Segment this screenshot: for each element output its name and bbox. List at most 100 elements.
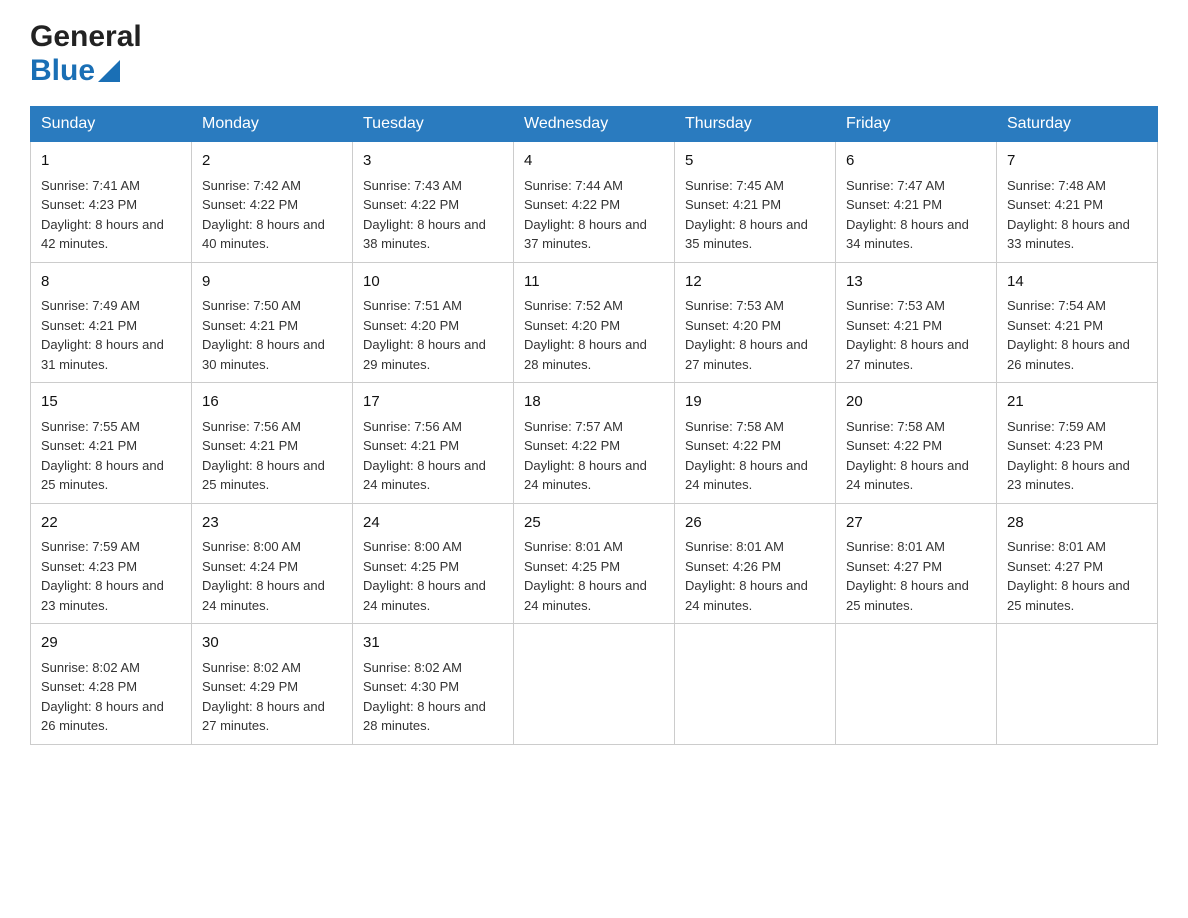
calendar-day-cell: 15Sunrise: 7:55 AMSunset: 4:21 PMDayligh… — [31, 383, 192, 504]
sunset-text: Sunset: 4:22 PM — [524, 438, 620, 453]
sunset-text: Sunset: 4:27 PM — [1007, 559, 1103, 574]
sunset-text: Sunset: 4:22 PM — [685, 438, 781, 453]
day-number: 15 — [41, 391, 181, 414]
sunset-text: Sunset: 4:22 PM — [524, 197, 620, 212]
calendar-day-cell: 19 Sunrise: 7:58 AMSunset: 4:22 PMDayligh… — [675, 383, 836, 504]
sunset-text: Sunset: 4:24 PM — [202, 559, 298, 574]
day-number: 30 — [202, 632, 342, 655]
day-number: 7 — [1007, 150, 1147, 173]
sunrise-text: Sunrise: 7:57 AM — [524, 419, 623, 434]
sunset-text: Sunset: 4:23 PM — [1007, 438, 1103, 453]
day-number: 25 — [524, 512, 664, 535]
calendar-header: SundayMondayTuesdayWednesdayThursdayFrid… — [31, 107, 1158, 142]
calendar-week-row: 1Sunrise: 7:41 AMSunset: 4:23 PMDaylight… — [31, 142, 1158, 263]
day-number: 2 — [202, 150, 342, 173]
sunrise-text: Sunrise: 7:59 AM — [41, 539, 140, 554]
daylight-text: Daylight: 8 hours and 37 minutes. — [524, 217, 647, 252]
calendar-header-cell: Saturday — [997, 107, 1158, 142]
sunset-text: Sunset: 4:23 PM — [41, 559, 137, 574]
sunrise-text: Sunrise: 7:48 AM — [1007, 178, 1106, 193]
day-info: Sunrise: 7:59 AMSunset: 4:23 PMDaylight:… — [41, 537, 181, 615]
calendar-day-cell: 4Sunrise: 7:44 AMSunset: 4:22 PMDaylight… — [514, 142, 675, 263]
sunrise-text: Sunrise: 7:53 AM — [685, 298, 784, 313]
day-number: 23 — [202, 512, 342, 535]
sunset-text: Sunset: 4:22 PM — [202, 197, 298, 212]
calendar-day-cell: 10Sunrise: 7:51 AMSunset: 4:20 PMDayligh… — [353, 262, 514, 383]
day-info: Sunrise: 8:01 AMSunset: 4:27 PMDaylight:… — [1007, 537, 1147, 615]
day-info: Sunrise: 7:52 AMSunset: 4:20 PMDaylight:… — [524, 296, 664, 374]
calendar-day-cell: 20Sunrise: 7:58 AMSunset: 4:22 PMDayligh… — [836, 383, 997, 504]
sunrise-text: Sunrise: 8:01 AM — [685, 539, 784, 554]
calendar-day-cell — [997, 624, 1158, 745]
day-number: 9 — [202, 271, 342, 294]
day-info: Sunrise: 7:54 AMSunset: 4:21 PMDaylight:… — [1007, 296, 1147, 374]
daylight-text: Daylight: 8 hours and 26 minutes. — [1007, 337, 1130, 372]
calendar-day-cell — [514, 624, 675, 745]
calendar-day-cell: 13Sunrise: 7:53 AMSunset: 4:21 PMDayligh… — [836, 262, 997, 383]
sunset-text: Sunset: 4:21 PM — [363, 438, 459, 453]
day-info: Sunrise: 7:56 AMSunset: 4:21 PMDaylight:… — [202, 417, 342, 495]
daylight-text: Daylight: 8 hours and 25 minutes. — [1007, 578, 1130, 613]
calendar-week-row: 22 Sunrise: 7:59 AM Sunset: 4:23 PM Dayligh… — [31, 503, 1158, 624]
daylight-text: Daylight: 8 hours and 38 minutes. — [363, 217, 486, 252]
daylight-text: Daylight: 8 hours and 24 minutes. — [524, 578, 647, 613]
daylight-text: Daylight: 8 hours and 24 minutes. — [846, 458, 969, 493]
calendar-day-cell: 14Sunrise: 7:54 AMSunset: 4:21 PMDayligh… — [997, 262, 1158, 383]
daylight-text: Daylight: 8 hours and 29 minutes. — [363, 337, 486, 372]
calendar-header-row: SundayMondayTuesdayWednesdayThursdayFrid… — [31, 107, 1158, 142]
sunset-text: Sunset: 4:21 PM — [846, 318, 942, 333]
calendar-day-cell: 23Sunrise: 8:00 AMSunset: 4:24 PMDayligh… — [192, 503, 353, 624]
daylight-text: Daylight: 8 hours and 23 minutes. — [1007, 458, 1130, 493]
day-info: Sunrise: 7:58 AMSunset: 4:22 PMDaylight:… — [685, 417, 825, 495]
calendar-day-cell: 22Sunrise: 7:59 AMSunset: 4:23 PMDayligh… — [31, 503, 192, 624]
sunset-text: Sunset: 4:22 PM — [846, 438, 942, 453]
day-info: Sunrise: 7:43 AMSunset: 4:22 PMDaylight:… — [363, 176, 503, 254]
calendar-header-cell: Wednesday — [514, 107, 675, 142]
daylight-text: Daylight: 8 hours and 33 minutes. — [1007, 217, 1130, 252]
day-number: 5 — [685, 150, 825, 173]
day-info: Sunrise: 8:02 AMSunset: 4:29 PMDaylight:… — [202, 658, 342, 736]
sunset-text: Sunset: 4:21 PM — [846, 197, 942, 212]
day-info: Sunrise: 8:00 AMSunset: 4:24 PMDaylight:… — [202, 537, 342, 615]
sunrise-text: Sunrise: 8:02 AM — [41, 660, 140, 675]
day-info: Sunrise: 7:41 AM Sunset: 4:23 PM Daylight:… — [41, 176, 181, 254]
daylight-text: Daylight: 8 hours and 24 minutes. — [685, 578, 808, 613]
day-number: 16 — [202, 391, 342, 414]
calendar-day-cell: 31Sunrise: 8:02 AMSunset: 4:30 PMDayligh… — [353, 624, 514, 745]
calendar-week-row: 15Sunrise: 7:55 AMSunset: 4:21 PMDayligh… — [31, 383, 1158, 504]
sunset-text: Sunset: 4:28 PM — [41, 679, 137, 694]
daylight-text: Daylight: 8 hours and 25 minutes. — [202, 458, 325, 493]
calendar-header-cell: Monday — [192, 107, 353, 142]
day-number: 24 — [363, 512, 503, 535]
daylight-text: Daylight: 8 hours and 27 minutes. — [685, 337, 808, 372]
daylight-text: Daylight: 8 hours and 25 minutes. — [846, 578, 969, 613]
day-number: 19 — [685, 391, 825, 414]
day-info: Sunrise: 7:56 AMSunset: 4:21 PMDaylight:… — [363, 417, 503, 495]
day-number: 29 — [41, 632, 181, 655]
sunset-text: Sunset: 4:21 PM — [41, 438, 137, 453]
calendar-week-row: 8Sunrise: 7:49 AMSunset: 4:21 PMDaylight… — [31, 262, 1158, 383]
sunset-text: Sunset: 4:25 PM — [524, 559, 620, 574]
sunrise-text: Sunrise: 7:41 AM — [41, 178, 140, 193]
sunset-text: Sunset: 4:23 PM — [41, 197, 137, 212]
logo: General Blue — [30, 20, 142, 88]
sunset-text: Sunset: 4:25 PM — [363, 559, 459, 574]
day-number: 11 — [524, 271, 664, 294]
daylight-text: Daylight: 8 hours and 42 minutes. — [41, 217, 164, 252]
day-number: 22 — [41, 512, 181, 535]
sunrise-text: Sunrise: 8:00 AM — [363, 539, 462, 554]
sunset-text: Sunset: 4:30 PM — [363, 679, 459, 694]
day-number: 26 — [685, 512, 825, 535]
calendar-header-cell: Sunday — [31, 107, 192, 142]
calendar-table: SundayMondayTuesdayWednesdayThursdayFrid… — [30, 106, 1158, 745]
calendar-day-cell: 21Sunrise: 7:59 AMSunset: 4:23 PMDayligh… — [997, 383, 1158, 504]
calendar-day-cell: 7Sunrise: 7:48 AMSunset: 4:21 PMDaylight… — [997, 142, 1158, 263]
calendar-day-cell: 5Sunrise: 7:45 AMSunset: 4:21 PMDaylight… — [675, 142, 836, 263]
day-info: Sunrise: 8:01 AMSunset: 4:26 PMDaylight:… — [685, 537, 825, 615]
calendar-day-cell: 25Sunrise: 8:01 AMSunset: 4:25 PMDayligh… — [514, 503, 675, 624]
sunrise-text: Sunrise: 8:02 AM — [202, 660, 301, 675]
calendar-header-cell: Thursday — [675, 107, 836, 142]
day-info: Sunrise: 7:44 AMSunset: 4:22 PMDaylight:… — [524, 176, 664, 254]
logo-general: General — [30, 20, 142, 53]
daylight-text: Daylight: 8 hours and 30 minutes. — [202, 337, 325, 372]
